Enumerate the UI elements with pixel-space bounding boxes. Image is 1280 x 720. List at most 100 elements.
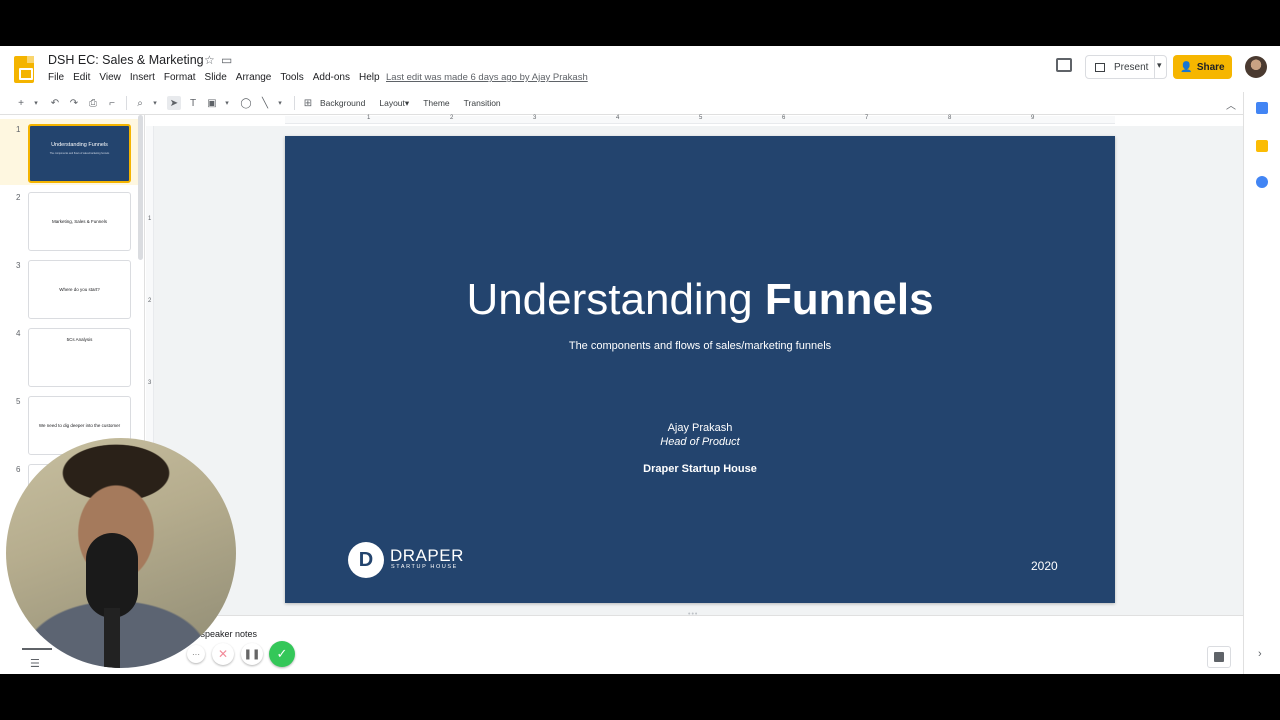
filmstrip-scrollbar[interactable] (138, 115, 143, 260)
ruler-tick: 5 (699, 115, 703, 121)
cancel-recording-icon[interactable]: ✕ (212, 643, 234, 665)
menu-insert[interactable]: Insert (130, 72, 159, 83)
thumbnail-preview: 5Cs Analysis (28, 328, 131, 387)
background-button[interactable]: Background (320, 98, 365, 108)
thumbnail-text: 5Cs Analysis (66, 337, 93, 342)
explore-icon[interactable] (1207, 646, 1231, 668)
new-slide-icon[interactable]: + (14, 96, 28, 110)
keep-icon[interactable] (1256, 140, 1268, 152)
logo-text: DRAPER (390, 546, 464, 565)
comments-icon[interactable] (1056, 58, 1072, 72)
zoom-icon[interactable]: ⌕ (133, 96, 147, 110)
transition-button[interactable]: Transition (464, 98, 501, 108)
presenter-name[interactable]: Ajay Prakash (285, 422, 1115, 434)
ruler-tick: 2 (148, 298, 152, 304)
last-edit-link[interactable]: Last edit was made 6 days ago by Ajay Pr… (386, 72, 588, 83)
header-divider (0, 114, 1243, 115)
new-slide-dropdown-icon[interactable]: ▾ (29, 96, 43, 110)
slide-thumbnail-2[interactable]: 2 Marketing, Sales & Funnels (0, 187, 138, 253)
ruler-tick: 9 (1031, 115, 1035, 121)
menu-arrange[interactable]: Arrange (236, 72, 276, 83)
ruler-tick: 7 (865, 115, 869, 121)
ruler-tick: 1 (148, 216, 152, 222)
zoom-dropdown-icon[interactable]: ▾ (148, 96, 162, 110)
redo-icon[interactable]: ↷ (67, 96, 81, 110)
slide-subtitle[interactable]: The components and flows of sales/market… (285, 340, 1115, 352)
thumbnail-text: Marketing, Sales & Funnels (51, 219, 108, 224)
menu-edit[interactable]: Edit (73, 72, 94, 83)
add-comment-icon[interactable]: ⊞ (301, 96, 315, 110)
present-button[interactable]: Present ▾ (1085, 55, 1167, 79)
line-dropdown-icon[interactable]: ▾ (273, 96, 287, 110)
text-box-icon[interactable]: T (186, 96, 200, 110)
present-dropdown-icon[interactable]: ▾ (1157, 60, 1162, 71)
grid-view-icon[interactable]: ☰ (30, 657, 40, 670)
ruler-tick: 6 (782, 115, 786, 121)
slide-thumbnail-3[interactable]: 3 Where do you start? (0, 255, 138, 321)
slide-title-bold: Funnels (764, 275, 934, 324)
avatar[interactable] (1245, 56, 1267, 78)
logo-subtext: STARTUP HOUSE (391, 564, 458, 570)
presenter-role[interactable]: Head of Product (285, 436, 1115, 448)
collapse-toolbar-icon[interactable]: ︿ (1226, 97, 1236, 112)
menu-addons[interactable]: Add-ons (313, 72, 354, 83)
document-title[interactable]: DSH EC: Sales & Marketing (48, 53, 204, 67)
shape-icon[interactable]: ◯ (239, 96, 253, 110)
organization-name[interactable]: Draper Startup House (285, 463, 1115, 475)
slide-thumbnail-1[interactable]: 1 Understanding Funnels The components a… (0, 119, 138, 185)
ruler-tick: 4 (616, 115, 620, 121)
finish-recording-icon[interactable]: ✓ (269, 641, 295, 667)
slide-number: 5 (16, 397, 21, 406)
image-dropdown-icon[interactable]: ▾ (220, 96, 234, 110)
expand-panel-icon[interactable]: › (1258, 648, 1262, 660)
toolbar-divider (294, 96, 295, 110)
webcam-overlay (6, 438, 236, 668)
calendar-icon[interactable] (1256, 102, 1268, 114)
thumbnail-text: Where do you start? (59, 287, 100, 292)
share-button[interactable]: 👤 Share (1173, 55, 1232, 79)
ruler-tick: 3 (148, 380, 152, 386)
slides-logo-icon[interactable] (14, 56, 34, 83)
image-icon[interactable]: ▣ (205, 96, 219, 110)
menu-view[interactable]: View (99, 72, 125, 83)
slide-year[interactable]: 2020 (1031, 559, 1058, 573)
menu-slide[interactable]: Slide (205, 72, 231, 83)
menu-format[interactable]: Format (164, 72, 200, 83)
present-icon (1095, 62, 1105, 72)
pause-recording-icon[interactable]: ❚❚ (241, 643, 263, 665)
notes-resize-handle[interactable]: ••• (688, 611, 698, 618)
thumbnail-text: Understanding Funnels (51, 142, 108, 148)
thumbnail-preview: Where do you start? (28, 260, 131, 319)
slide-canvas[interactable]: Understanding Funnels The components and… (285, 136, 1115, 603)
thumbnail-preview: Marketing, Sales & Funnels (28, 192, 131, 251)
present-divider (1154, 56, 1155, 78)
theme-button[interactable]: Theme (423, 98, 449, 108)
toolbar: + ▾ ↶ ↷ ⎙ ⌐ ⌕ ▾ ➤ T ▣ ▾ ◯ ╲ ▾ ⊞ Backgrou… (14, 95, 515, 111)
view-toggle-indicator (22, 648, 52, 650)
slide-title[interactable]: Understanding Funnels (285, 275, 1115, 325)
menu-tools[interactable]: Tools (280, 72, 307, 83)
line-icon[interactable]: ╲ (258, 96, 272, 110)
undo-icon[interactable]: ↶ (48, 96, 62, 110)
thumbnail-text: We need to dig deeper into the customer (38, 423, 121, 428)
slide-thumbnail-4[interactable]: 4 5Cs Analysis (0, 323, 138, 389)
share-person-icon: 👤 (1180, 61, 1193, 73)
menu-file[interactable]: File (48, 72, 68, 83)
side-panel: › (1243, 92, 1280, 674)
layout-button[interactable]: Layout▾ (379, 98, 409, 109)
slide-title-light: Understanding (466, 275, 765, 324)
menu-help[interactable]: Help (359, 72, 384, 83)
ruler-tick: 2 (450, 115, 454, 121)
star-icon[interactable]: ☆ (204, 53, 215, 67)
print-icon[interactable]: ⎙ (86, 96, 100, 110)
move-folder-icon[interactable]: ▭ (221, 53, 232, 67)
horizontal-ruler: 1 2 3 4 5 6 7 8 9 (285, 115, 1115, 124)
ruler-tick: 8 (948, 115, 952, 121)
more-options-icon[interactable]: ··· (187, 645, 205, 663)
select-cursor-icon[interactable]: ➤ (167, 96, 181, 110)
paint-format-icon[interactable]: ⌐ (105, 96, 119, 110)
toolbar-divider (126, 96, 127, 110)
thumbnail-preview: Understanding Funnels The components and… (28, 124, 131, 183)
thumbnail-subtitle: The components and flows of sales/market… (49, 152, 110, 155)
tasks-icon[interactable] (1256, 176, 1268, 188)
